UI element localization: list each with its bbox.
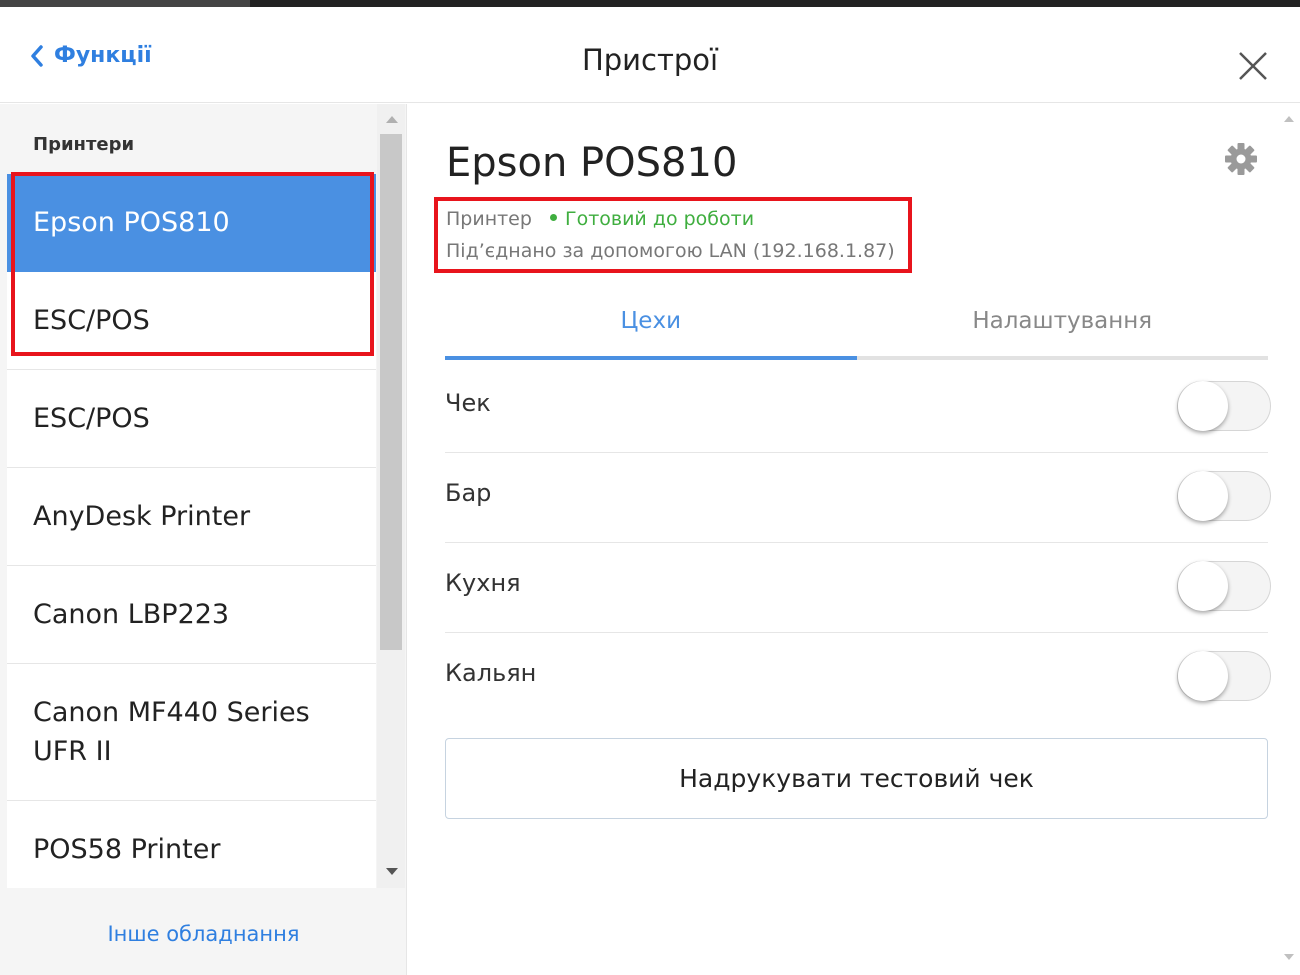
workshop-toggle-kitchen[interactable] bbox=[1177, 561, 1271, 611]
workshop-label: Бар bbox=[445, 479, 492, 507]
status-dot-icon bbox=[549, 214, 557, 221]
tab-settings[interactable]: Налаштування bbox=[857, 294, 1269, 356]
window-top-border bbox=[0, 0, 1300, 7]
scroll-down-icon[interactable] bbox=[386, 868, 398, 875]
close-button[interactable] bbox=[1236, 49, 1270, 83]
header: Функції Пристрої bbox=[0, 7, 1300, 103]
printer-list: Принтери Epson POS810 ESC/POS ESC/POS An… bbox=[7, 104, 376, 888]
device-connection: Під’єднано за допомогою LAN (192.168.1.8… bbox=[446, 240, 895, 262]
device-details: Epson POS810 Принтер Готовий до роботи П… bbox=[408, 104, 1300, 975]
printer-item-label: Canon LBP223 bbox=[33, 598, 230, 630]
printer-item-label: Canon MF440 Series UFR II bbox=[33, 696, 310, 767]
settings-button[interactable] bbox=[1224, 142, 1258, 176]
printer-item-canon-lbp223[interactable]: Canon LBP223 bbox=[7, 566, 376, 664]
device-type: Принтер bbox=[446, 208, 532, 230]
other-equipment-link[interactable]: Інше обладнання bbox=[0, 922, 407, 946]
print-test-receipt-button[interactable]: Надрукувати тестовий чек bbox=[445, 738, 1268, 819]
sidebar: Принтери Epson POS810 ESC/POS ESC/POS An… bbox=[0, 104, 407, 975]
workshop-row-kitchen: Кухня bbox=[445, 543, 1271, 633]
tab-bar: Цехи Налаштування bbox=[445, 294, 1268, 360]
content-scroll-up-icon[interactable] bbox=[1284, 116, 1294, 122]
workshop-row-bar: Бар bbox=[445, 453, 1271, 543]
printer-item-label: ESC/POS bbox=[33, 304, 150, 336]
workshop-toggle-bar[interactable] bbox=[1177, 471, 1271, 521]
workshop-row-hookah: Кальян bbox=[445, 633, 1271, 723]
printer-item-label: Epson POS810 bbox=[33, 207, 230, 239]
printer-item-label: AnyDesk Printer bbox=[33, 500, 251, 532]
tab-workshops[interactable]: Цехи bbox=[445, 294, 857, 360]
sidebar-scrollbar[interactable] bbox=[377, 104, 405, 888]
scroll-up-icon[interactable] bbox=[386, 116, 398, 123]
gear-icon bbox=[1225, 143, 1257, 175]
printer-item-label: POS58 Printer bbox=[33, 833, 221, 865]
workshop-toggle-hookah[interactable] bbox=[1177, 651, 1271, 701]
workshop-row-check: Чек bbox=[445, 363, 1271, 453]
printer-item-pos58[interactable]: POS58 Printer bbox=[7, 801, 376, 888]
section-label-printers: Принтери bbox=[7, 104, 376, 174]
workshop-label: Кухня bbox=[445, 569, 521, 597]
printer-item-epson-pos810[interactable]: Epson POS810 bbox=[7, 174, 376, 272]
close-icon bbox=[1239, 52, 1267, 80]
device-info: Принтер Готовий до роботи bbox=[446, 208, 754, 230]
device-title: Epson POS810 bbox=[446, 140, 738, 186]
device-status-label: Готовий до роботи bbox=[564, 208, 755, 230]
content-scroll-down-icon[interactable] bbox=[1284, 954, 1294, 960]
printer-item-label: ESC/POS bbox=[33, 402, 150, 434]
workshop-label: Чек bbox=[445, 389, 491, 417]
scroll-thumb[interactable] bbox=[380, 134, 402, 650]
printer-item-escpos-1[interactable]: ESC/POS bbox=[7, 272, 376, 370]
printer-item-canon-mf440[interactable]: Canon MF440 Series UFR II bbox=[7, 664, 376, 801]
page-title: Пристрої bbox=[581, 43, 719, 77]
printer-item-anydesk[interactable]: AnyDesk Printer bbox=[7, 468, 376, 566]
workshop-toggle-check[interactable] bbox=[1177, 381, 1271, 431]
printer-item-escpos-2[interactable]: ESC/POS bbox=[7, 370, 376, 468]
workshop-label: Кальян bbox=[445, 659, 537, 687]
device-status: Готовий до роботи bbox=[549, 208, 755, 230]
